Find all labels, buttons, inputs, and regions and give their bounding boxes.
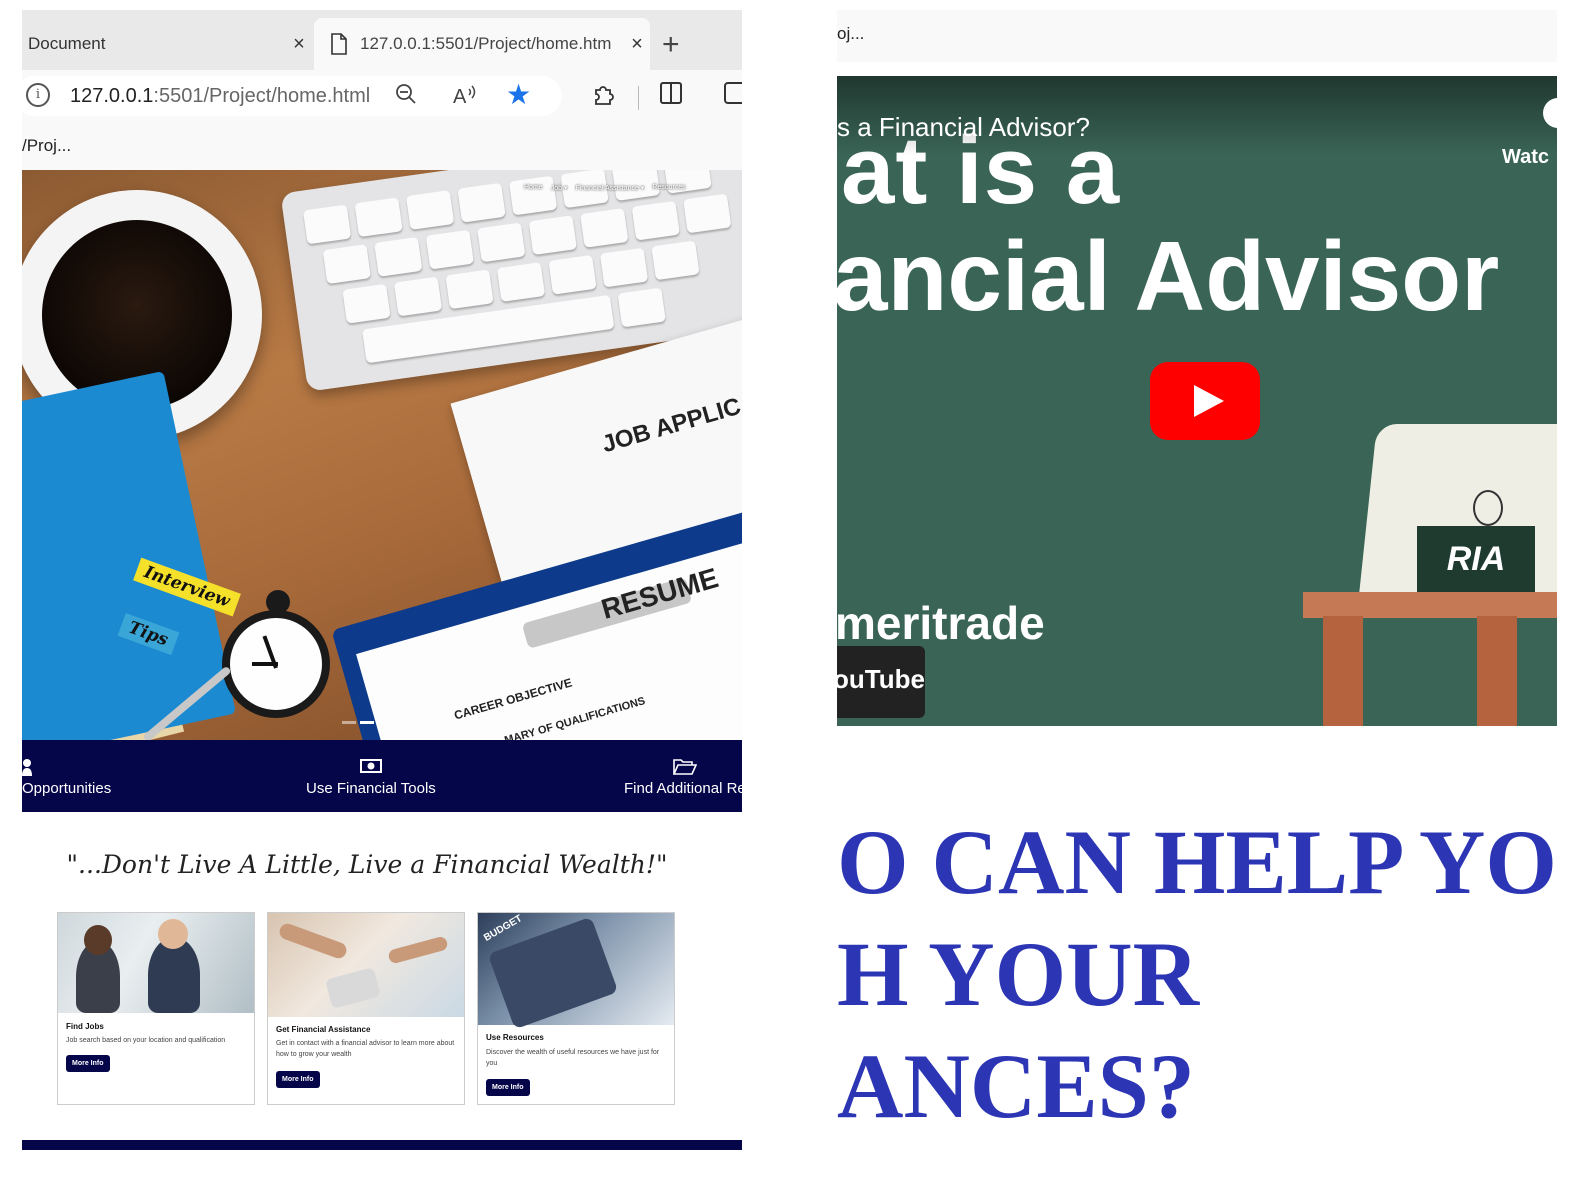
play-button-icon[interactable] [1150, 362, 1260, 440]
favorites-bar: oj... [837, 10, 1557, 62]
url-input[interactable]: 127.0.0.1:5501/Project/home.html [70, 85, 370, 108]
more-info-button[interactable]: More Info [486, 1079, 530, 1096]
info-icon[interactable]: i [26, 83, 50, 107]
service-cards: Find Jobs Job search based on your locat… [57, 912, 675, 1105]
favorites-item[interactable]: oj... [837, 24, 864, 43]
carousel-indicator[interactable] [342, 721, 356, 724]
card-title: Get Financial Assistance [276, 1025, 371, 1034]
collections-icon[interactable] [724, 82, 742, 104]
feature-label: Opportunities [22, 780, 112, 797]
alarm-clock [222, 610, 330, 718]
card-image-budget: BUDGET [478, 913, 674, 1030]
svg-text:A: A [453, 86, 467, 107]
feature-label: Use Financial Tools [306, 780, 436, 797]
hero-carousel: JOB APPLIC RESUME CAREER OBJECTIVE MARY … [22, 170, 742, 740]
tagline-quote: "...Don't Live A Little, Live a Financia… [66, 850, 668, 879]
feature-resources[interactable]: Find Additional Re [624, 758, 742, 797]
card-image-calculator [268, 913, 464, 1017]
card-financial-assistance: Get Financial Assistance Get in contact … [267, 912, 465, 1105]
card-description: Get in contact with a financial advisor … [276, 1040, 455, 1058]
card-description: Job search based on your location and qu… [66, 1037, 226, 1044]
help-heading-line: ANCES? [837, 1035, 1195, 1137]
split-screen-icon[interactable] [660, 82, 682, 104]
video-thumbnail-text-2: ancial Advisor [837, 221, 1500, 331]
watch-later-label[interactable]: Watc [1502, 146, 1549, 169]
tab-document[interactable]: Document × [22, 18, 312, 70]
more-info-button[interactable]: More Info [276, 1071, 320, 1088]
desk [1303, 592, 1557, 618]
feature-label: Find Additional Re [624, 780, 742, 797]
toolbar-divider [638, 86, 639, 110]
zoom-out-icon[interactable] [394, 82, 418, 112]
nav-financial-assistance[interactable]: Financial Assistance ▾ [575, 184, 644, 192]
tab-strip: Document × 127.0.0.1:5501/Project/home.h… [22, 10, 742, 70]
browser-window-right: oj... at is a ancial Advisor s a Financi… [837, 10, 1557, 1150]
money-icon [306, 758, 436, 780]
nav-resources[interactable]: Resources [652, 184, 685, 192]
laptop-logo [1473, 490, 1503, 526]
star-icon[interactable]: ★ [506, 78, 531, 111]
tab-close-icon[interactable]: × [286, 33, 312, 56]
nav-home[interactable]: Home [524, 184, 543, 192]
card-use-resources: BUDGET Use Resources Discover the wealth… [477, 912, 675, 1105]
card-title: Use Resources [486, 1033, 544, 1042]
folder-open-icon [624, 758, 742, 780]
youtube-logo[interactable]: ouTube [837, 646, 925, 718]
help-heading-line: H YOUR [837, 923, 1200, 1025]
address-bar: i 127.0.0.1:5501/Project/home.html A ★ [22, 70, 742, 122]
gutter [742, 0, 837, 1193]
read-aloud-icon[interactable]: A [452, 83, 478, 113]
url-box[interactable]: i 127.0.0.1:5501/Project/home.html A ★ [22, 76, 562, 116]
more-info-button[interactable]: More Info [66, 1055, 110, 1072]
card-image-handshake [58, 913, 254, 1013]
new-tab-icon[interactable]: + [662, 28, 680, 62]
help-heading-line: O CAN HELP YO [837, 811, 1557, 913]
url-path: :5501/Project/home.html [153, 85, 371, 107]
budget-label: BUDGET [482, 913, 525, 944]
desk-leg [1323, 616, 1363, 726]
extensions-icon[interactable] [592, 82, 616, 113]
ria-sign: RIA [1417, 526, 1535, 592]
feature-bar: Opportunities Use Financial Tools Find A… [22, 740, 742, 812]
footer-bar [22, 1140, 742, 1150]
desk-leg [1477, 616, 1517, 726]
page-icon [331, 33, 347, 55]
site-nav: Home Job ▾ Financial Assistance ▾ Resour… [524, 184, 686, 192]
user-icon [22, 758, 111, 780]
card-find-jobs: Find Jobs Job search based on your locat… [57, 912, 255, 1105]
card-title: Find Jobs [66, 1022, 104, 1031]
nav-job[interactable]: Job ▾ [551, 184, 568, 192]
carousel-indicators [342, 721, 392, 724]
tab-title: 127.0.0.1:5501/Project/home.htm [360, 34, 612, 53]
brand-text: meritrade [837, 597, 1045, 649]
favorites-bar: /Proj... [22, 122, 742, 170]
browser-window-left: Document × 127.0.0.1:5501/Project/home.h… [22, 10, 742, 1150]
carousel-indicator-active[interactable] [360, 721, 374, 724]
favorites-item[interactable]: /Proj... [22, 136, 71, 155]
carousel-indicator[interactable] [378, 721, 392, 724]
feature-opportunities[interactable]: Opportunities [22, 758, 111, 797]
feature-financial-tools[interactable]: Use Financial Tools [306, 758, 436, 797]
tab-home[interactable]: 127.0.0.1:5501/Project/home.htm × [314, 18, 650, 70]
video-title[interactable]: s a Financial Advisor? [837, 112, 1090, 143]
card-description: Discover the wealth of useful resources … [486, 1049, 660, 1067]
tab-close-icon[interactable]: × [624, 33, 650, 56]
tab-title: Document [28, 34, 106, 53]
url-host: 127.0.0.1 [70, 85, 154, 107]
youtube-embed[interactable]: at is a ancial Advisor s a Financial Adv… [837, 76, 1557, 726]
help-heading: O CAN HELP YO H YOUR ANCES? [837, 806, 1557, 1142]
